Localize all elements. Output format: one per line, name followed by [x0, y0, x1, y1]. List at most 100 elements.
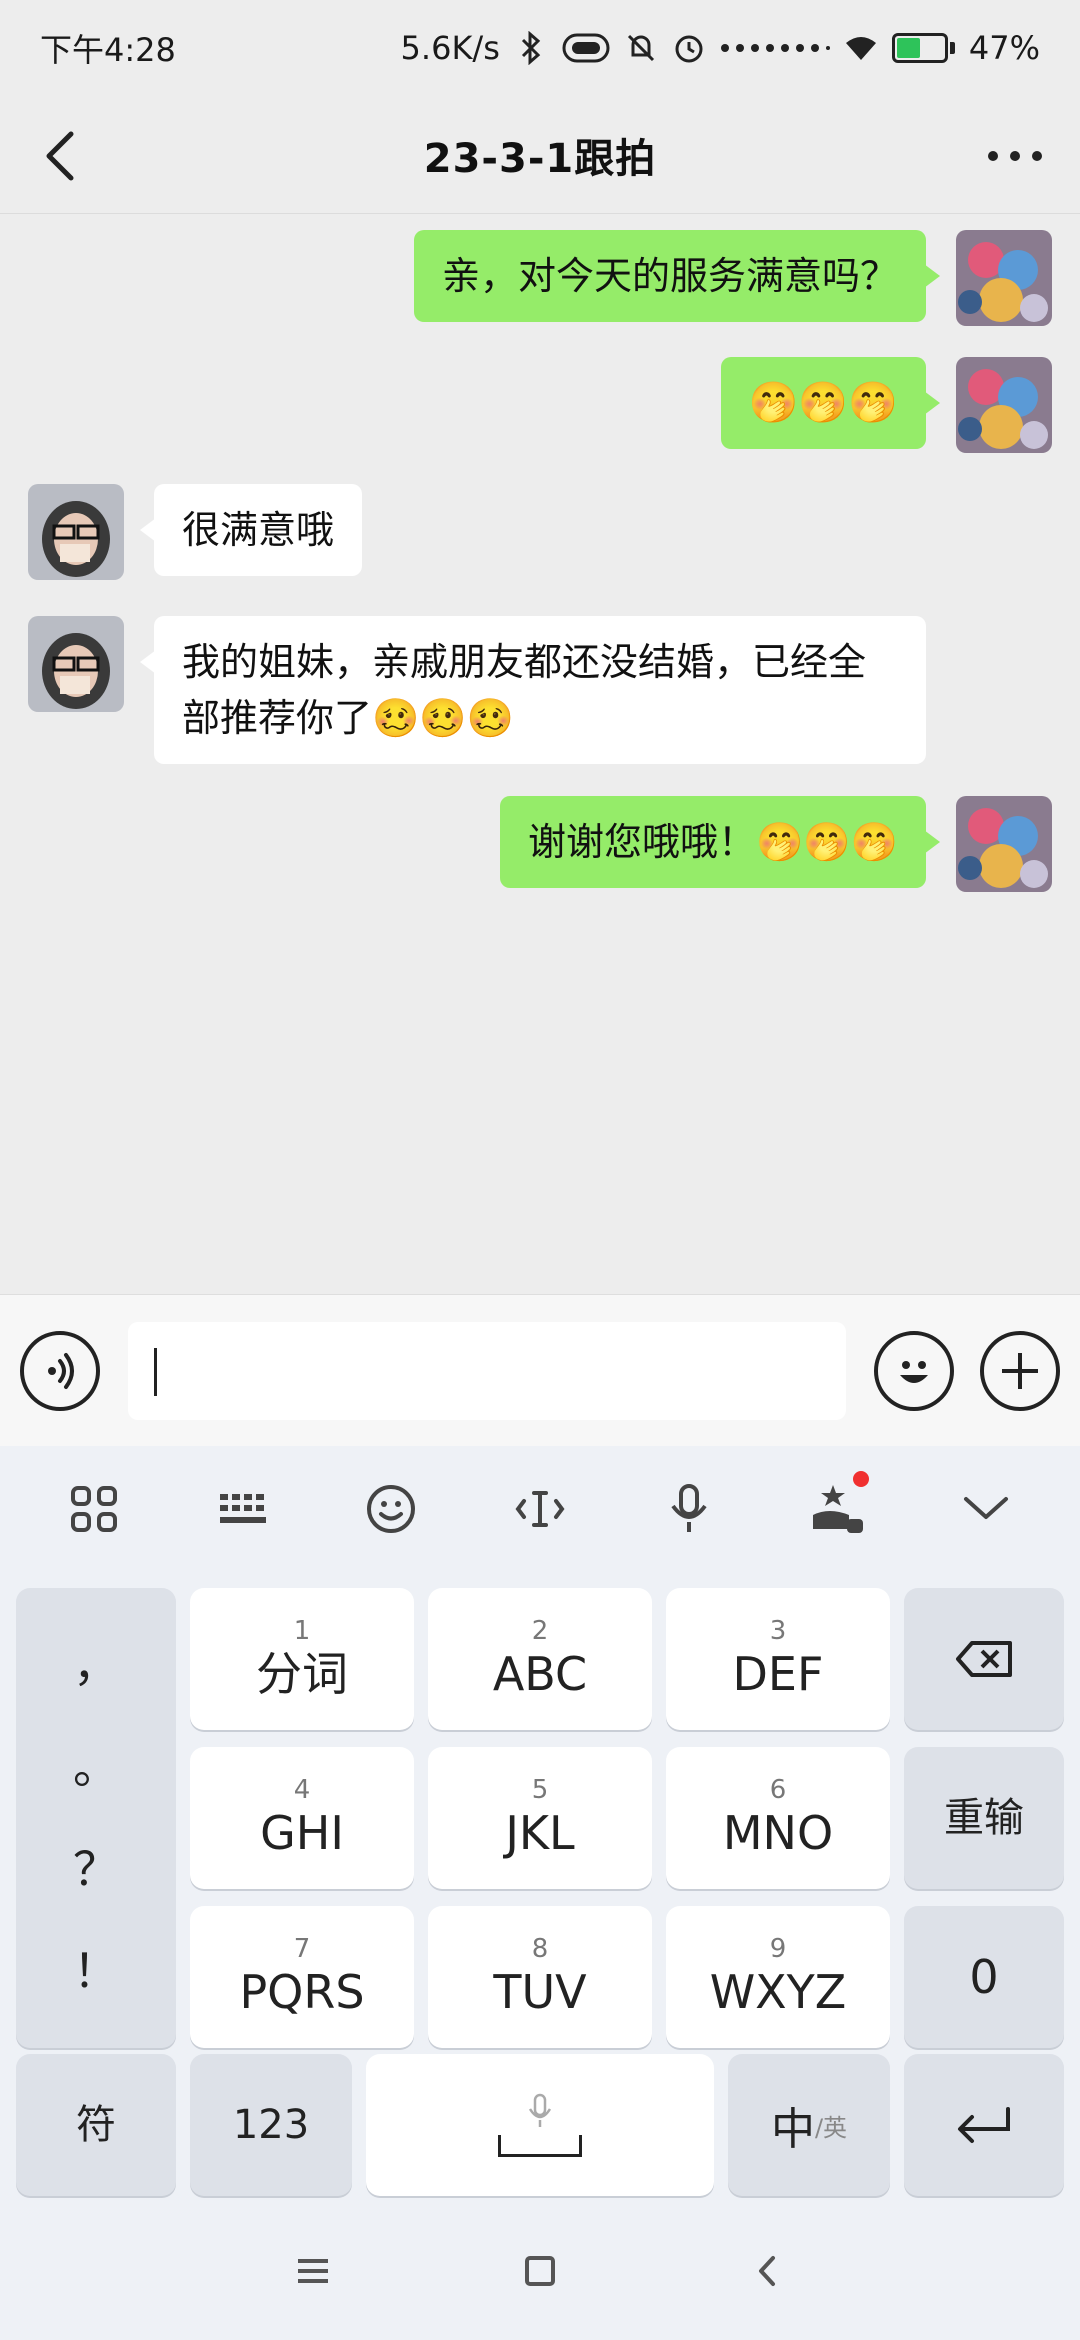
notification-dot: [853, 1471, 870, 1487]
emoji-icon[interactable]: [874, 1330, 954, 1411]
space-key[interactable]: [366, 2054, 714, 2196]
delete-key[interactable]: [904, 1588, 1064, 1730]
keyboard-icon[interactable]: [203, 1469, 283, 1549]
key-label: 123: [232, 2102, 310, 2148]
key-label: TUV: [493, 1965, 587, 2019]
key-label: WXYZ: [709, 1965, 847, 2019]
message-bubble[interactable]: 很满意哦: [139, 484, 363, 576]
message-text: 亲，对今天的服务满意吗？: [441, 254, 898, 298]
punct-key[interactable]: 。: [73, 1737, 119, 1797]
avatar[interactable]: [956, 357, 1052, 453]
reenter-key[interactable]: 重输: [904, 1747, 1064, 1889]
plus-icon[interactable]: [980, 1330, 1060, 1411]
message-text: 很满意哦: [182, 508, 335, 552]
bluetooth-icon: [514, 31, 548, 65]
key-label: DEF: [732, 1647, 824, 1701]
key-4[interactable]: 4 GHI: [190, 1747, 414, 1889]
message-input[interactable]: [128, 1321, 846, 1420]
key-3[interactable]: 3 DEF: [666, 1588, 890, 1730]
enter-key[interactable]: [904, 2054, 1064, 2196]
backspace-icon: [956, 1641, 1012, 1677]
language-switch-key[interactable]: 中 /英: [728, 2054, 890, 2196]
key-number: 6: [769, 1775, 787, 1805]
battery-percent: 47%: [968, 29, 1040, 67]
key-number: 3: [769, 1616, 787, 1646]
apps-grid-icon[interactable]: [54, 1469, 134, 1549]
message-bubble[interactable]: 谢谢您哦哦！🤭🤭🤭: [500, 796, 940, 888]
message-text: 🤭🤭🤭: [748, 380, 898, 426]
menu-icon[interactable]: [283, 2241, 343, 2301]
more-dots-icon[interactable]: [980, 126, 1050, 186]
punct-key[interactable]: ，: [73, 1635, 119, 1695]
key-label: 符: [76, 2102, 116, 2148]
key-2[interactable]: 2 ABC: [428, 1588, 652, 1730]
avatar[interactable]: [28, 616, 124, 712]
back-arrow-icon[interactable]: [30, 126, 90, 186]
message-bubble[interactable]: 亲，对今天的服务满意吗？: [413, 230, 941, 322]
key-number: 2: [531, 1616, 549, 1646]
punct-key[interactable]: ？: [73, 1839, 119, 1899]
message-incoming[interactable]: 我的姐妹，亲戚朋友都还没结婚，已经全部推荐你了🥴🥴🥴: [28, 616, 926, 764]
message-outgoing[interactable]: 亲，对今天的服务满意吗？: [413, 230, 1052, 326]
key-7[interactable]: 7 PQRS: [190, 1906, 414, 2048]
collapse-icon[interactable]: [946, 1469, 1026, 1549]
mic-icon[interactable]: [649, 1469, 729, 1549]
emoji-icon[interactable]: [351, 1469, 431, 1549]
key-number: 1: [293, 1616, 311, 1646]
signal-dots-icon: [720, 31, 830, 65]
key-1[interactable]: 1 分词: [190, 1588, 414, 1730]
punctuation-column[interactable]: ， 。 ？ ！: [16, 1588, 176, 2048]
key-number: 4: [293, 1775, 311, 1805]
key-9[interactable]: 9 WXYZ: [666, 1906, 890, 2048]
key-label: 中: [770, 2104, 815, 2155]
number-mode-key[interactable]: 123: [190, 2054, 352, 2196]
key-number: 9: [769, 1934, 787, 1964]
status-time: 下午4:28: [40, 31, 176, 69]
voice-icon[interactable]: [20, 1330, 100, 1411]
chat-header: 23-3-1跟拍: [0, 96, 1080, 214]
key-label: 重输: [944, 1795, 1024, 1841]
key-label: MNO: [722, 1806, 834, 1860]
message-outgoing[interactable]: 🤭🤭🤭: [720, 357, 1052, 453]
message-text: 谢谢您哦哦！🤭🤭🤭: [528, 820, 898, 864]
key-number: 7: [293, 1934, 311, 1964]
message-list[interactable]: 亲，对今天的服务满意吗？ 🤭🤭🤭 很满意哦 我的姐妹，亲戚朋友都还没结婚，已经全…: [0, 214, 1080, 1294]
key-6[interactable]: 6 MNO: [666, 1747, 890, 1889]
key-number: 5: [531, 1775, 549, 1805]
key-sublabel: /英: [814, 2113, 848, 2142]
input-bar: [0, 1294, 1080, 1446]
key-label: JKL: [505, 1806, 575, 1860]
skin-icon[interactable]: [797, 1469, 877, 1549]
key-label: GHI: [260, 1806, 344, 1860]
punct-key[interactable]: ！: [73, 1941, 119, 2001]
message-bubble[interactable]: 我的姐妹，亲戚朋友都还没结婚，已经全部推荐你了🥴🥴🥴: [140, 616, 926, 764]
wifi-icon: [844, 31, 878, 65]
symbol-key[interactable]: 符: [16, 2054, 176, 2196]
message-text: 我的姐妹，亲戚朋友都还没结婚，已经全部推荐你了🥴🥴🥴: [182, 640, 867, 740]
key-label: 分词: [256, 1647, 348, 1701]
space-glyph: [498, 2135, 582, 2157]
enter-icon: [958, 2107, 1010, 2143]
key-number: 8: [531, 1934, 549, 1964]
keyboard: ， 。 ？ ！ 1 分词 2 ABC 3 DEF 4 GHI 5 JKL 6 M…: [0, 1572, 1080, 2202]
text-caret: [154, 1347, 157, 1396]
key-8[interactable]: 8 TUV: [428, 1906, 652, 2048]
message-outgoing[interactable]: 谢谢您哦哦！🤭🤭🤭: [500, 796, 1052, 892]
key-0[interactable]: 0: [904, 1906, 1064, 2048]
mic-icon: [528, 2093, 552, 2127]
back-icon[interactable]: [737, 2241, 797, 2301]
avatar[interactable]: [956, 230, 1052, 326]
message-bubble[interactable]: 🤭🤭🤭: [720, 357, 941, 449]
battery-icon: [891, 33, 955, 63]
keyboard-toolbar: [0, 1446, 1080, 1572]
avatar[interactable]: [956, 796, 1052, 892]
avatar[interactable]: [28, 484, 124, 580]
system-nav-bar: [0, 2202, 1080, 2340]
message-incoming[interactable]: 很满意哦: [28, 484, 363, 580]
home-icon[interactable]: [510, 2241, 570, 2301]
key-label: 0: [969, 1950, 999, 2004]
toggle-icon: [562, 31, 610, 65]
key-5[interactable]: 5 JKL: [428, 1747, 652, 1889]
cursor-icon[interactable]: [500, 1469, 580, 1549]
key-label: PQRS: [239, 1965, 365, 2019]
